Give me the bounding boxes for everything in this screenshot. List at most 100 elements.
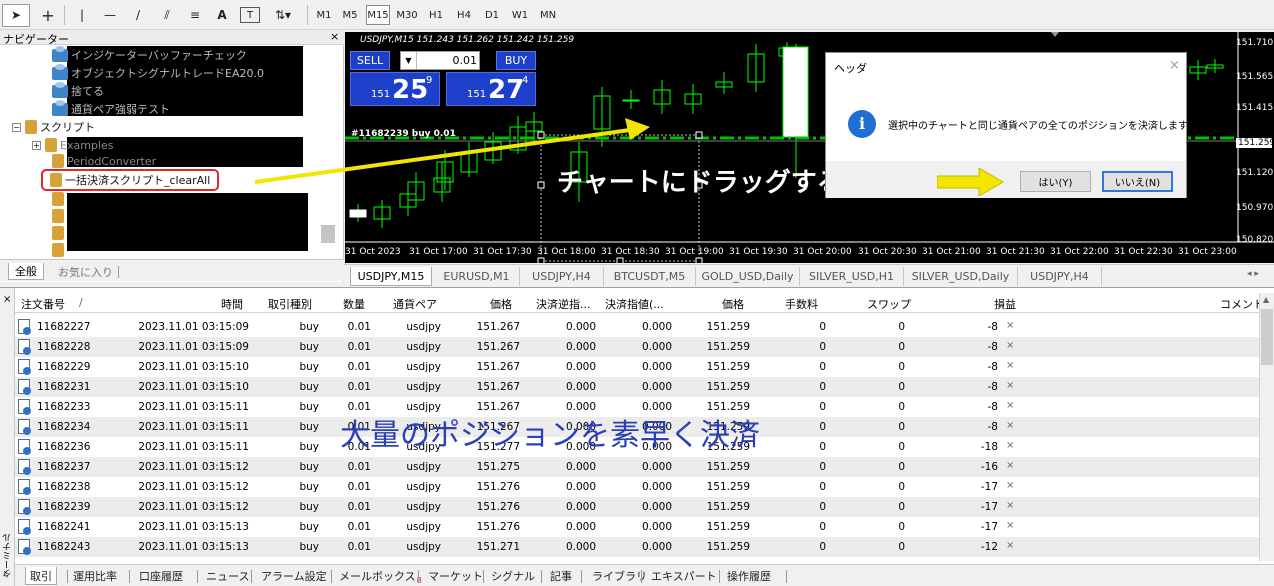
close-position-icon[interactable]: × <box>1006 420 1014 431</box>
close-position-icon[interactable]: × <box>1006 460 1014 471</box>
table-row[interactable]: 11682237 2023.11.01 03:15:12 buy 0.01 usdjpy… <box>15 457 1259 477</box>
close-position-icon[interactable]: × <box>1006 360 1014 371</box>
term-tab-signals[interactable]: シグナル <box>491 567 535 585</box>
term-tab-alerts[interactable]: アラーム設定 <box>261 567 327 585</box>
timeframe-button[interactable]: M1 <box>313 5 335 25</box>
term-tab-trade[interactable]: 取引 <box>25 567 57 585</box>
table-row[interactable]: 11682229 2023.11.01 03:15:10 buy 0.01 usdjpy… <box>15 357 1259 377</box>
term-tab-library[interactable]: ライブラリ <box>592 567 647 585</box>
term-tab-exposure[interactable]: 運用比率 <box>73 567 117 585</box>
close-position-icon[interactable]: × <box>1006 340 1014 351</box>
chart-tab[interactable]: USDJPY,M15 <box>350 267 432 286</box>
buy-quote-button[interactable]: 151 27 4 <box>446 72 536 106</box>
col-stop-loss[interactable]: 決済逆指... <box>536 296 591 312</box>
navigator-close-icon[interactable]: × <box>330 30 339 43</box>
chart-tab[interactable]: EURUSD,M1 <box>434 267 520 286</box>
horizontal-line-icon[interactable]: — <box>100 4 120 26</box>
close-position-icon[interactable]: × <box>1006 320 1014 331</box>
lot-dropdown-icon[interactable]: ▼ <box>401 52 417 69</box>
col-commission[interactable]: 手数料 <box>785 296 818 312</box>
arrows-dropdown-icon[interactable]: ⇅▾ <box>268 4 298 26</box>
chart-tab[interactable]: SILVER_USD,Daily <box>904 267 1018 286</box>
col-order-no[interactable]: 注文番号 <box>21 296 65 312</box>
table-row[interactable]: 11682227 2023.11.01 03:15:09 buy 0.01 usdjpy… <box>15 317 1259 337</box>
dialog-close-icon[interactable]: × <box>1169 58 1180 73</box>
nav-item-indicator[interactable]: オブジェクトシグナルトレードEA20.0 <box>52 63 264 82</box>
text-label-icon[interactable]: T <box>240 7 260 23</box>
timeframe-button[interactable]: MN <box>535 5 561 25</box>
tree-collapse-icon[interactable]: − <box>12 122 21 132</box>
term-tab-mailbox[interactable]: メールボックス 8 <box>339 567 422 585</box>
lot-size-input[interactable]: ▼ 0.01 <box>400 51 480 70</box>
crosshair-icon[interactable]: + <box>38 4 58 26</box>
equidistant-channel-icon[interactable]: ⫽ <box>156 4 178 26</box>
chart-tab[interactable]: BTCUSDT,M5 <box>604 267 696 286</box>
timeframe-button[interactable]: M15 <box>366 5 390 25</box>
table-row[interactable]: 11682243 2023.11.01 03:15:13 buy 0.01 usdjpy… <box>15 537 1259 557</box>
chart-tab[interactable]: USDJPY,H4 <box>1018 267 1102 286</box>
col-take-profit[interactable]: 決済指値(... <box>605 296 664 312</box>
scroll-up-icon[interactable]: ▲ <box>1263 295 1269 304</box>
col-swap[interactable]: スワップ <box>867 296 911 312</box>
chart-tab[interactable]: USDJPY,H4 <box>520 267 604 286</box>
nav-folder-scripts[interactable]: − スクリプト <box>12 118 95 136</box>
term-tab-journal[interactable]: 操作履歴 <box>727 567 771 585</box>
cursor-icon[interactable]: ➤ <box>6 4 26 26</box>
term-tab-articles[interactable]: 記事 <box>550 567 572 585</box>
col-current-price[interactable]: 価格 <box>722 296 744 312</box>
trendline-icon[interactable]: ∕ <box>128 4 148 26</box>
nav-tab-favorites[interactable]: お気に入り <box>52 263 119 280</box>
col-time[interactable]: 時間 <box>221 296 243 312</box>
nav-item-indicator[interactable]: 捨てる <box>52 81 104 100</box>
chart-tab[interactable]: GOLD_USD,Daily <box>696 267 800 286</box>
text-tool-icon[interactable]: A <box>212 4 232 26</box>
col-volume[interactable]: 数量 <box>343 296 365 312</box>
vertical-line-icon[interactable]: | <box>74 4 90 26</box>
term-tab-history[interactable]: 口座履歴 <box>139 567 183 585</box>
nav-item-indicator[interactable]: インジケーターバッファーチェック <box>52 45 247 64</box>
sell-button[interactable]: SELL <box>350 51 390 70</box>
nav-item-script[interactable]: PeriodConverter <box>52 154 156 168</box>
nav-item-script[interactable] <box>52 207 67 225</box>
table-row[interactable]: 11682239 2023.11.01 03:15:12 buy 0.01 usdjpy… <box>15 497 1259 517</box>
timeframe-button[interactable]: H4 <box>452 5 476 25</box>
navigator-scrollbar-thumb[interactable] <box>321 225 335 243</box>
dialog-yes-button[interactable]: はい(Y) <box>1020 171 1091 192</box>
timeframe-button[interactable]: M30 <box>394 5 420 25</box>
terminal-close-icon[interactable]: × <box>3 294 11 305</box>
close-position-icon[interactable]: × <box>1006 380 1014 391</box>
nav-item-script[interactable] <box>52 190 67 208</box>
close-position-icon[interactable]: × <box>1006 400 1014 411</box>
close-position-icon[interactable]: × <box>1006 500 1014 511</box>
term-tab-news[interactable]: ニュース <box>206 567 249 585</box>
nav-item-script[interactable] <box>52 224 67 242</box>
nav-item-indicator[interactable]: 通貨ペア強弱テスト <box>52 99 170 118</box>
nav-item-script[interactable] <box>52 241 67 259</box>
term-tab-experts[interactable]: エキスパート <box>651 567 717 585</box>
scrollbar-thumb[interactable] <box>1261 309 1273 365</box>
timeframe-button[interactable]: D1 <box>480 5 504 25</box>
table-row[interactable]: 11682231 2023.11.01 03:15:10 buy 0.01 usdjpy… <box>15 377 1259 397</box>
table-row[interactable]: 11682228 2023.11.01 03:15:09 buy 0.01 usdjpy… <box>15 337 1259 357</box>
tab-scroll-arrows[interactable]: ◂ ▸ <box>1247 269 1259 279</box>
timeframe-button[interactable]: M5 <box>338 5 362 25</box>
tree-expand-icon[interactable]: + <box>32 140 41 150</box>
chart-tab[interactable]: SILVER_USD,H1 <box>800 267 904 286</box>
fibonacci-icon[interactable]: ≡ <box>184 4 206 26</box>
nav-tab-general[interactable]: 全般 <box>8 263 44 280</box>
col-comment[interactable]: コメント <box>1220 296 1264 312</box>
term-tab-market[interactable]: マーケット <box>428 567 483 585</box>
col-profit[interactable]: 損益 <box>994 296 1016 312</box>
order-line-label[interactable]: #11682239 buy 0.01 <box>351 129 456 139</box>
buy-button[interactable]: BUY <box>496 51 536 70</box>
dialog-no-button[interactable]: いいえ(N) <box>1102 171 1173 192</box>
sell-quote-button[interactable]: 151 25 9 <box>350 72 440 106</box>
close-position-icon[interactable]: × <box>1006 480 1014 491</box>
col-type[interactable]: 取引種別 <box>268 296 312 312</box>
timeframe-button[interactable]: H1 <box>424 5 448 25</box>
sort-indicator[interactable]: / <box>79 296 83 309</box>
timeframe-button[interactable]: W1 <box>508 5 532 25</box>
col-symbol[interactable]: 通貨ペア <box>393 296 437 312</box>
nav-folder-examples[interactable]: + Examples <box>32 136 113 154</box>
close-position-icon[interactable]: × <box>1006 540 1014 551</box>
